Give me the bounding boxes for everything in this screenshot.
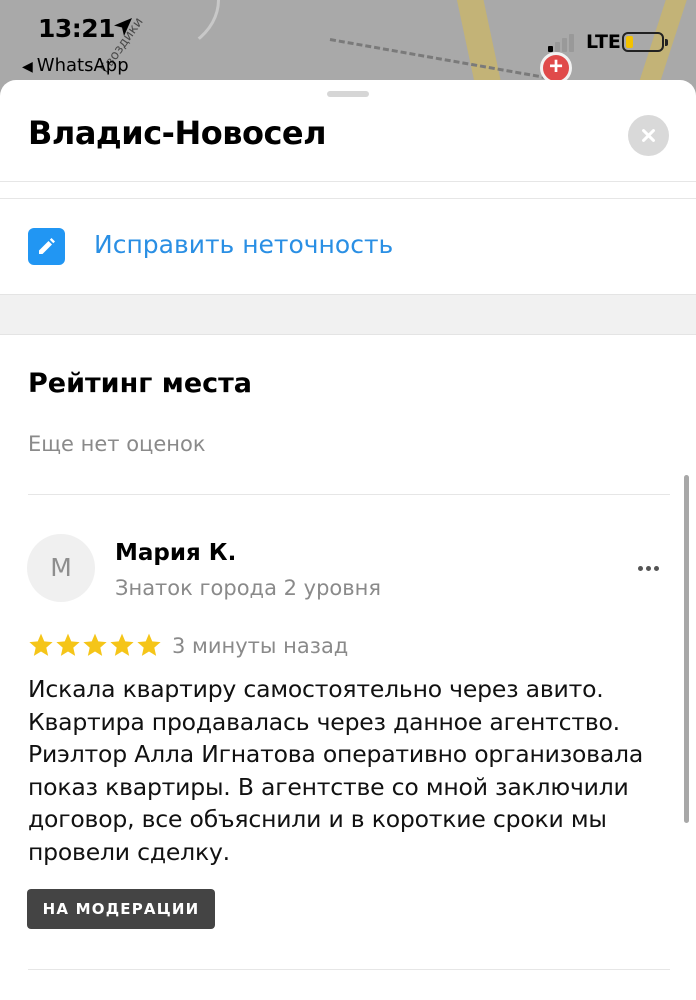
report-inaccuracy-button[interactable]: Исправить неточность bbox=[0, 200, 696, 294]
back-triangle-icon: ◀ bbox=[22, 59, 33, 75]
map-railway bbox=[329, 38, 557, 81]
rating-empty-text: Еще нет оценок bbox=[28, 432, 206, 456]
review-author-name[interactable]: Мария К. bbox=[115, 540, 236, 566]
review-star-rating bbox=[28, 632, 163, 660]
network-type: LTE bbox=[586, 31, 621, 53]
star-icon bbox=[110, 633, 134, 656]
close-button[interactable] bbox=[628, 115, 669, 156]
back-app-label: WhatsApp bbox=[36, 55, 129, 76]
battery-level bbox=[626, 36, 633, 48]
divider bbox=[28, 969, 670, 970]
battery-icon bbox=[622, 32, 668, 52]
place-card-sheet: Владис-Новосел Исправить неточность Рейт… bbox=[0, 80, 696, 1000]
review-text: Искала квартиру самостоятельно через ави… bbox=[28, 675, 644, 866]
review-author-level: Знаток города 2 уровня bbox=[115, 576, 382, 600]
divider bbox=[0, 181, 696, 182]
avatar[interactable]: М bbox=[27, 534, 95, 602]
status-time: 13:21 bbox=[38, 14, 116, 43]
star-icon bbox=[29, 633, 53, 656]
back-to-app-link[interactable]: ◀ WhatsApp bbox=[22, 55, 129, 76]
pencil-icon bbox=[28, 228, 65, 265]
location-arrow-icon bbox=[114, 18, 132, 36]
star-icon bbox=[83, 633, 107, 656]
moderation-status-badge: НА МОДЕРАЦИИ bbox=[27, 889, 215, 929]
battery-nub bbox=[665, 39, 668, 46]
section-separator bbox=[0, 294, 696, 335]
review-timestamp: 3 минуты назад bbox=[172, 634, 349, 658]
cellular-signal-icon bbox=[548, 32, 580, 52]
report-inaccuracy-label: Исправить неточность bbox=[94, 230, 394, 259]
star-icon bbox=[56, 633, 80, 656]
place-title: Владис-Новосел bbox=[28, 114, 327, 152]
star-icon bbox=[137, 633, 161, 656]
divider bbox=[0, 198, 696, 199]
scrollbar[interactable] bbox=[684, 475, 689, 823]
more-options-icon[interactable] bbox=[630, 556, 666, 580]
sheet-grabber-handle[interactable] bbox=[327, 91, 369, 97]
rating-section-title: Рейтинг места bbox=[28, 368, 253, 399]
divider bbox=[28, 494, 670, 495]
